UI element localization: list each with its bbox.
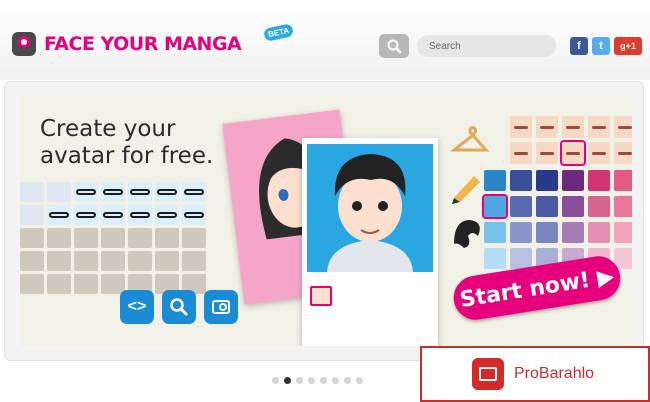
probarahlo-watermark[interactable]: ProBarahlo xyxy=(420,346,650,402)
carousel-dot[interactable] xyxy=(308,377,315,384)
mouth-grid xyxy=(510,116,632,168)
headline-line-2: avatar for free. xyxy=(40,143,214,169)
male-avatar-image xyxy=(307,144,433,272)
google-plus-button[interactable]: g+1 xyxy=(614,37,642,55)
carousel-dots xyxy=(272,377,363,384)
search-icon xyxy=(387,39,402,54)
twitter-icon: t xyxy=(599,40,603,52)
camera-icon xyxy=(212,300,230,314)
probarahlo-text: ProBarahlo xyxy=(514,365,595,382)
skin-swatch-selected[interactable] xyxy=(310,286,332,306)
search-button[interactable] xyxy=(379,34,409,58)
zoom-button[interactable] xyxy=(162,290,196,324)
camera-button[interactable] xyxy=(204,290,238,324)
hair-icon[interactable] xyxy=(450,216,482,250)
code-icon: <> xyxy=(127,298,147,315)
carousel-dot[interactable] xyxy=(344,377,351,384)
carousel-dot[interactable] xyxy=(356,377,363,384)
hanger-icon[interactable] xyxy=(450,124,490,158)
carousel-dot[interactable] xyxy=(272,377,279,384)
pencil-icon[interactable] xyxy=(450,170,482,204)
site-logo[interactable]: FACE YOUR MANGA BETA xyxy=(12,23,295,58)
carousel-dot-active[interactable] xyxy=(284,377,291,384)
logo-icon xyxy=(12,32,36,56)
magnifier-icon xyxy=(170,298,188,316)
accessory-grid xyxy=(20,182,206,294)
banner-headline: Create your avatar for free. xyxy=(40,116,230,170)
carousel-dot[interactable] xyxy=(296,377,303,384)
facebook-button[interactable]: f xyxy=(570,37,588,55)
color-palette xyxy=(482,170,632,274)
logo-text: FACE YOUR MANGA xyxy=(44,33,242,55)
headline-line-1: Create your xyxy=(40,116,176,142)
male-avatar-card[interactable] xyxy=(302,138,438,346)
twitter-button[interactable]: t xyxy=(592,37,610,55)
carousel-dot[interactable] xyxy=(320,377,327,384)
google-plus-label: g+1 xyxy=(620,41,636,51)
search-input[interactable] xyxy=(417,35,556,57)
code-button[interactable]: <> xyxy=(120,290,154,324)
banner[interactable]: Create your avatar for free. <> Start no… xyxy=(20,96,632,346)
probarahlo-logo-icon xyxy=(472,358,504,390)
facebook-icon: f xyxy=(577,40,581,52)
carousel-dot[interactable] xyxy=(332,377,339,384)
